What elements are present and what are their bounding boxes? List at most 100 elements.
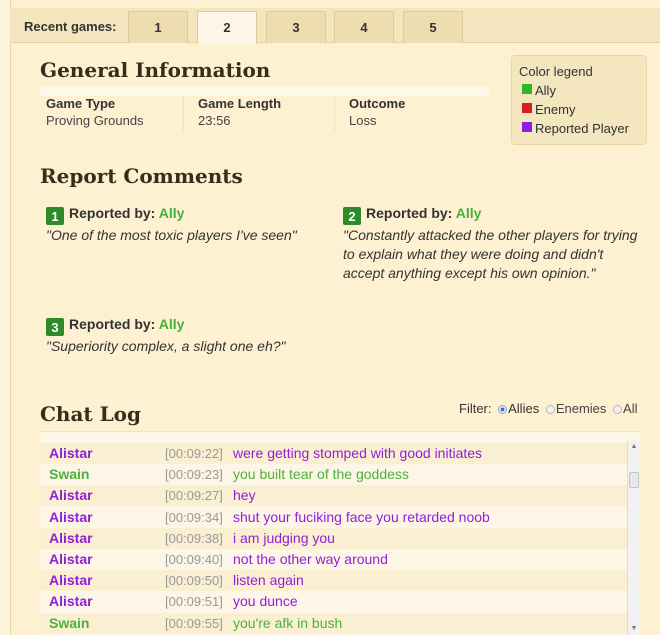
chat-message: shut your fuciking face you retarded noo…	[233, 508, 490, 525]
recent-games-tabbar: Recent games: 1 2 3 4 5	[10, 8, 660, 44]
chat-row: Alistar [00:09:40] not the other way aroun…	[40, 549, 628, 570]
chat-row: Alistar [00:09:27] hey	[40, 485, 628, 507]
report-item-3: 3 Reported by: Ally "Superiority complex,…	[46, 313, 346, 356]
outcome-value: Loss	[349, 113, 377, 128]
report-number-3-icon: 3	[46, 318, 64, 336]
chat-timestamp: [00:09:51]	[165, 594, 223, 610]
scroll-up-icon[interactable]: ▲	[628, 441, 640, 453]
filter-all-label[interactable]: All	[623, 401, 637, 416]
chat-row: Alistar [00:09:38] i am judging you	[40, 527, 628, 549]
chat-timestamp: [00:09:40]	[165, 552, 223, 567]
chat-row: Alistar [00:09:50] listen again	[40, 570, 628, 592]
chat-log-heading: Chat Log	[40, 402, 142, 426]
chat-timestamp: [00:09:55]	[165, 615, 223, 631]
filter-all-option[interactable]: All	[613, 401, 637, 416]
chat-message: you built tear of the goddess	[233, 466, 409, 483]
legend-enemy-label: Enemy	[535, 102, 576, 117]
report-header: 1 Reported by: Ally	[46, 202, 336, 225]
chat-row: Alistar [00:09:51] you dunce	[40, 591, 628, 612]
chat-timestamp: [00:09:23]	[165, 467, 223, 483]
report-item-2: 2 Reported by: Ally "Constantly attacked …	[343, 202, 643, 283]
tab-game-4[interactable]: 4	[334, 11, 394, 43]
general-info-band	[40, 86, 490, 96]
enemy-swatch-icon	[522, 103, 532, 113]
chat-timestamp: [00:09:34]	[165, 509, 223, 525]
chat-player-name: Alistar	[49, 593, 93, 610]
game-type-label: Game Type	[46, 96, 116, 111]
report-comment: "One of the most toxic players I've seen…	[46, 227, 297, 243]
reporter-role: Ally	[158, 316, 185, 332]
legend-reported: Reported Player	[519, 119, 639, 138]
legend-ally-label: Ally	[535, 83, 556, 98]
filter-enemies-option[interactable]: Enemies	[545, 401, 607, 416]
outcome-label: Outcome	[349, 96, 406, 111]
chat-row: Alistar [00:09:34] shut your fuciking face…	[40, 507, 628, 528]
tab-game-3[interactable]: 3	[266, 11, 326, 43]
legend-ally: Ally	[519, 81, 639, 100]
chat-timestamp: [00:09:38]	[165, 530, 223, 546]
legend-reported-label: Reported Player	[535, 121, 629, 136]
filter-allies-label[interactable]: Allies	[508, 401, 539, 416]
chat-timestamp: [00:09:50]	[165, 573, 223, 589]
radio-allies-icon[interactable]	[498, 405, 508, 414]
chat-player-name: Alistar	[49, 551, 93, 567]
chat-scrollbar[interactable]: ▲ ▼	[627, 441, 640, 635]
chat-message: were getting stomped with good initiates	[233, 445, 483, 461]
chat-message: listen again	[233, 572, 304, 589]
chat-player-name: Alistar	[49, 572, 93, 589]
color-legend: Color legend Ally Enemy Reported Player	[511, 55, 647, 145]
chat-message: i am judging you	[233, 529, 335, 546]
report-number-2-icon: 2	[343, 207, 361, 225]
report-comments-heading: Report Comments	[40, 164, 243, 188]
tab-game-1[interactable]: 1	[128, 11, 188, 43]
report-item-1: 1 Reported by: Ally "One of the most toxi…	[46, 202, 336, 245]
report-header: 3 Reported by: Ally	[46, 313, 346, 336]
chat-timestamp: [00:09:27]	[165, 488, 223, 504]
reporter-role: Ally	[158, 205, 185, 221]
chat-player-name: Alistar	[49, 508, 93, 525]
radio-all-icon[interactable]	[613, 405, 623, 414]
game-length-field: Game Length 23:56	[183, 96, 333, 132]
chat-player-name: Alistar	[49, 487, 93, 504]
filter-enemies-label[interactable]: Enemies	[556, 401, 607, 416]
chat-message: you're afk in bush	[233, 614, 343, 631]
reported-by-label: Reported by:	[69, 205, 156, 221]
report-comment: "Constantly attacked the other players f…	[343, 227, 638, 281]
radio-enemies-icon[interactable]	[545, 405, 555, 414]
reported-by-label: Reported by:	[69, 316, 156, 332]
reported-swatch-icon	[522, 122, 532, 132]
reporter-role: Ally	[455, 205, 482, 221]
chat-timestamp: [00:09:22]	[165, 446, 223, 461]
ally-swatch-icon	[522, 84, 532, 94]
report-comment: "Superiority complex, a slight one eh?"	[46, 338, 286, 354]
chat-player-name: Alistar	[49, 529, 93, 546]
chat-row: Swain [00:09:23] you built tear of the god…	[40, 464, 628, 485]
report-header: 2 Reported by: Ally	[343, 202, 643, 225]
tab-game-5[interactable]: 5	[403, 11, 463, 43]
game-length-value: 23:56	[198, 113, 231, 128]
chat-log-list[interactable]: Alistar [00:09:22] were getting stomped wi…	[40, 431, 640, 635]
report-number-1-icon: 1	[46, 207, 64, 225]
tab-game-2[interactable]: 2	[197, 11, 257, 44]
outcome-field: Outcome Loss	[334, 96, 484, 132]
recent-games-label: Recent games:	[24, 19, 117, 34]
chat-player-name: Swain	[49, 466, 90, 483]
scroll-down-icon[interactable]: ▼	[628, 623, 640, 635]
scroll-thumb[interactable]	[629, 472, 639, 488]
game-length-label: Game Length	[198, 96, 282, 111]
general-info-heading: General Information	[40, 58, 271, 82]
filter-label: Filter:	[459, 401, 492, 416]
chat-row: Swain [00:09:55] you're afk in bush	[40, 612, 628, 634]
chat-message: you dunce	[233, 593, 298, 610]
chat-message: not the other way around	[233, 551, 388, 567]
reported-by-label: Reported by:	[366, 205, 453, 221]
chat-player-name: Swain	[49, 614, 90, 631]
game-type-field: Game Type Proving Grounds	[46, 96, 196, 132]
chat-player-name: Alistar	[49, 445, 93, 461]
chat-row: Alistar [00:09:22] were getting stomped wi…	[40, 443, 628, 464]
filter-allies-option[interactable]: Allies	[498, 401, 539, 416]
chat-message: hey	[233, 487, 256, 504]
legend-enemy: Enemy	[519, 100, 639, 119]
legend-title: Color legend	[519, 64, 593, 79]
game-type-value: Proving Grounds	[46, 113, 144, 128]
